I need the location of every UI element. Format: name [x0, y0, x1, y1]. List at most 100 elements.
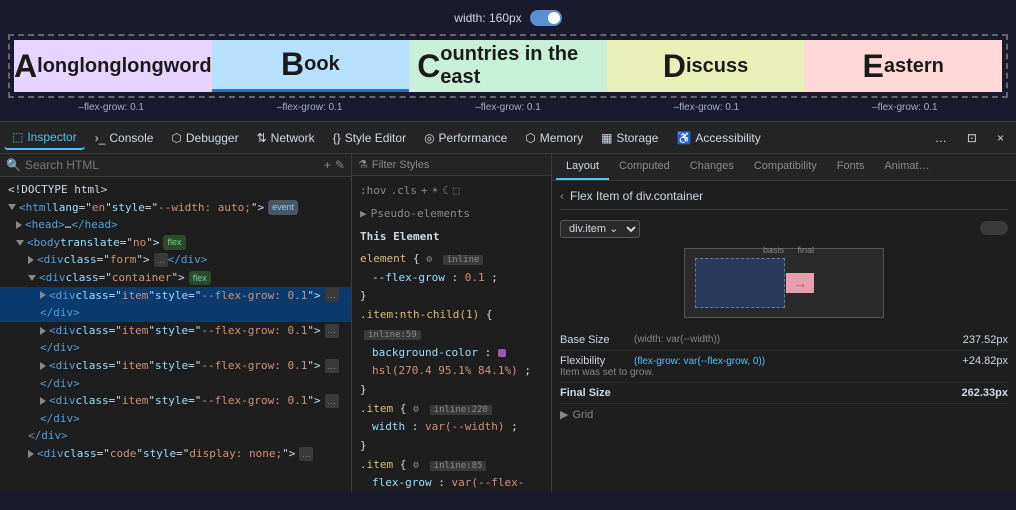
base-size-value: 237.52px [963, 334, 1008, 346]
tab-compatibility[interactable]: Compatibility [744, 154, 827, 180]
expand-container-icon [28, 275, 36, 281]
flexibility-sublabel: (flex-grow: var(--flex-grow, 0)) [634, 356, 958, 367]
flex-item-e[interactable]: Eastern [804, 40, 1002, 92]
flexibility-label: Flexibility [560, 355, 630, 367]
toolbar-close-btn[interactable]: × [989, 127, 1012, 149]
html-line-form[interactable]: <div class =" form "> … </div> [0, 251, 351, 269]
html-line-doctype[interactable]: <!DOCTYPE html> [0, 181, 351, 199]
css-filter-bar: ⚗ Filter Styles [352, 154, 551, 176]
network-icon: ⇅ [257, 131, 267, 145]
flex-grow-label-d: –flex-grow: 0.1 [607, 100, 805, 113]
html-line-item-3[interactable]: <div class =" item " style =" --flex-gro… [0, 357, 351, 375]
html-line-item-4[interactable]: <div class =" item " style =" --flex-gro… [0, 392, 351, 410]
copy-icon[interactable]: ⬚ [453, 182, 460, 201]
html-line-container[interactable]: <div class =" container "> flex [0, 269, 351, 287]
width-indicator: width: 160px [8, 10, 1008, 26]
devtools-toolbar: ⬚ Inspector ›_ Console ⬡ Debugger ⇅ Netw… [0, 122, 1016, 154]
flex-item-label-row: ‹ Flex Item of div.container [560, 189, 1008, 210]
flexibility-value: +24.82px [962, 355, 1008, 367]
element-select[interactable]: div.item ⌄ [560, 220, 640, 238]
html-line-item-selected[interactable]: <div class =" item " style =" --flex-gro… [0, 287, 351, 305]
flex-diagram-area: basis final → [560, 248, 1008, 318]
expand-item-icon [40, 291, 46, 299]
toolbar-more: … ⊡ × [927, 127, 1012, 149]
gear-icon-2: ⚙ [413, 404, 419, 415]
toolbar-btn-performance[interactable]: ◎ Performance [416, 127, 515, 149]
html-line-item-2[interactable]: <div class =" item " style =" --flex-gro… [0, 322, 351, 340]
tab-changes[interactable]: Changes [680, 154, 744, 180]
toolbar-btn-inspector[interactable]: ⬚ Inspector [4, 126, 85, 150]
moon-icon[interactable]: ☾ [442, 182, 449, 201]
flex-grow-label-e: –flex-grow: 0.1 [806, 100, 1004, 113]
toolbar-btn-storage[interactable]: ▦ Storage [593, 127, 666, 149]
sun-icon[interactable]: ☀ [432, 182, 439, 201]
pseudo-expand-icon: ▶ [360, 205, 367, 224]
html-line-item-close[interactable]: </div> [0, 304, 351, 322]
toolbar-btn-console[interactable]: ›_ Console [87, 127, 162, 149]
html-line-head[interactable]: <head> … </head> [0, 216, 351, 234]
flex-grow-label-c: –flex-grow: 0.1 [409, 100, 607, 113]
flex-grow-label-b: –flex-grow: 0.1 [210, 100, 408, 113]
css-pseudo-bar: :hov .cls + ☀ ☾ ⬚ [352, 180, 551, 203]
css-rule-item-width: .item { ⚙ inline:220 width : var(--width… [352, 400, 551, 456]
pseudo-elements-section[interactable]: ▶ Pseudo-elements [352, 203, 551, 226]
flex-basis-box: basis final → [695, 258, 785, 308]
css-rule-element: element { ⚙ inline --flex-grow : 0.1 ; } [352, 250, 551, 306]
flex-item-b[interactable]: Book [212, 40, 410, 92]
info-row-base-size: Base Size (width: var(--width)) 237.52px [560, 330, 1008, 351]
expand-body-icon [16, 240, 24, 246]
html-search-input[interactable] [25, 158, 320, 172]
storage-label: Storage [616, 131, 658, 145]
final-size-label: Final Size [560, 387, 630, 399]
expand-form-icon [28, 256, 34, 264]
html-line-item-4-close[interactable]: </div> [0, 410, 351, 428]
toolbar-btn-memory[interactable]: ⬡ Memory [517, 127, 591, 149]
html-line-code[interactable]: <div class =" code " style =" display: n… [0, 445, 351, 463]
flex-item-c[interactable]: Countries in the east [409, 40, 607, 92]
width-label: width: 160px [454, 11, 521, 25]
flex-item-a[interactable]: Alonglonglongword [14, 40, 212, 92]
inspector-icon: ⬚ [12, 130, 23, 144]
memory-icon: ⬡ [525, 131, 535, 145]
info-row-final-size: Final Size 262.33px [560, 383, 1008, 404]
tab-layout[interactable]: Layout [556, 154, 609, 180]
toolbar-responsive-btn[interactable]: ⊡ [959, 127, 985, 149]
close-icon: × [997, 131, 1004, 145]
tab-computed[interactable]: Computed [609, 154, 680, 180]
filter-label: Filter Styles [372, 159, 429, 171]
color-swatch-1[interactable] [498, 349, 506, 357]
base-size-label: Base Size [560, 334, 630, 346]
style-editor-label: Style Editor [345, 131, 406, 145]
html-line-html[interactable]: <html lang =" en " style =" --width: aut… [0, 199, 351, 217]
toolbar-btn-style-editor[interactable]: {} Style Editor [325, 127, 414, 149]
grid-expand-icon: ▶ [560, 408, 568, 421]
debugger-icon: ⬡ [171, 131, 181, 145]
width-toggle[interactable] [530, 10, 562, 26]
add-rule-icon[interactable]: + [421, 182, 428, 201]
flex-items-row: Alonglonglongword Book Countries in the … [8, 34, 1008, 98]
html-line-item-2-close[interactable]: </div> [0, 339, 351, 357]
toolbar-btn-accessibility[interactable]: ♿ Accessibility [668, 127, 768, 149]
back-arrow-icon[interactable]: ‹ [560, 189, 564, 203]
toolbar-more-btn[interactable]: … [927, 127, 955, 149]
css-content: :hov .cls + ☀ ☾ ⬚ ▶ Pseudo-elements This… [352, 176, 551, 492]
toolbar-btn-network[interactable]: ⇅ Network [249, 127, 323, 149]
flex-item-text: Flex Item of div.container [570, 189, 703, 203]
this-element-header: This Element [352, 225, 551, 250]
pick-element-icon[interactable]: ✎ [335, 158, 345, 172]
tab-fonts[interactable]: Fonts [827, 154, 875, 180]
filter-icon: ⚗ [358, 158, 368, 171]
html-line-container-close[interactable]: </div> [0, 427, 351, 445]
add-node-icon[interactable]: + [324, 158, 331, 172]
debugger-label: Debugger [186, 131, 239, 145]
layout-toggle[interactable] [980, 221, 1008, 235]
tab-animat[interactable]: Animat… [874, 154, 939, 180]
toolbar-btn-debugger[interactable]: ⬡ Debugger [163, 127, 246, 149]
flex-item-d[interactable]: Discuss [607, 40, 805, 92]
html-line-body[interactable]: <body translate =" no "> flex [0, 234, 351, 252]
html-line-item-3-close[interactable]: </div> [0, 375, 351, 393]
grid-section-header[interactable]: ▶ Grid [560, 404, 1008, 425]
console-icon: ›_ [95, 131, 106, 145]
memory-label: Memory [540, 131, 583, 145]
accessibility-icon: ♿ [676, 131, 691, 145]
